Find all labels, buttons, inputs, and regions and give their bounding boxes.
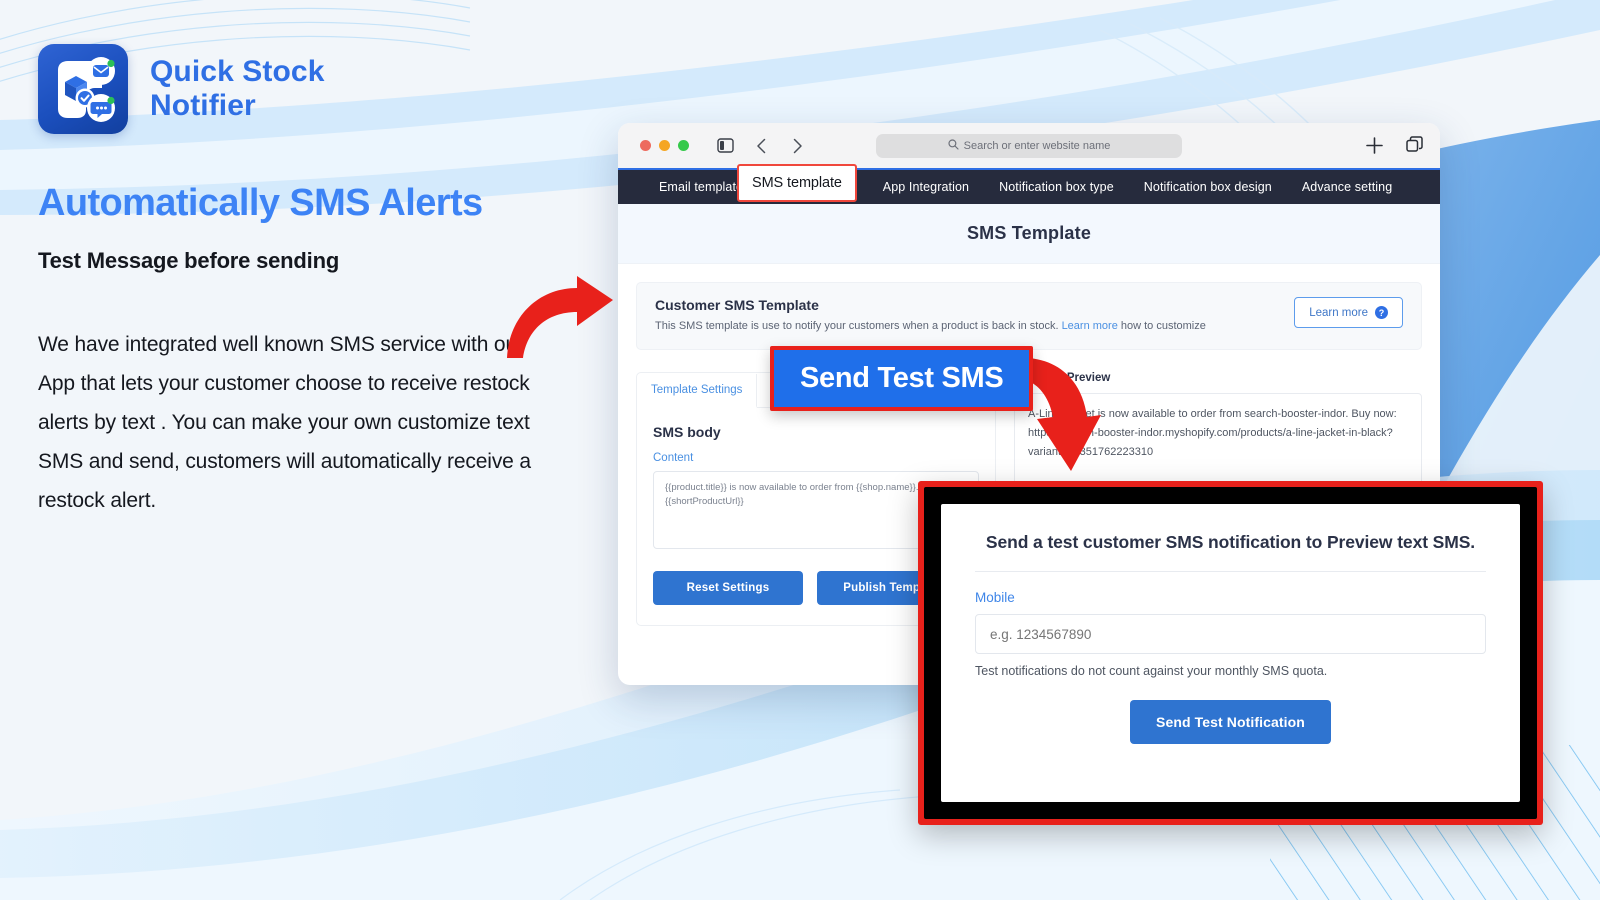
brand-name-line2: Notifier bbox=[150, 89, 256, 122]
promo-subhead: Test Message before sending bbox=[38, 248, 340, 273]
send-test-notification-button[interactable]: Send Test Notification bbox=[1130, 700, 1331, 745]
nav-item-app-integration[interactable]: App Integration bbox=[868, 180, 984, 194]
content-label: Content bbox=[653, 451, 694, 464]
minimize-window-button[interactable] bbox=[659, 140, 670, 151]
card-desc-after: how to customize bbox=[1117, 320, 1206, 332]
zoom-window-button[interactable] bbox=[678, 140, 689, 151]
modal-title: Send a test customer SMS notification to… bbox=[985, 532, 1476, 552]
back-icon[interactable] bbox=[751, 136, 771, 156]
learn-more-button[interactable]: Learn more ? bbox=[1294, 297, 1403, 328]
sms-body-title: SMS body bbox=[653, 423, 721, 440]
modal-divider bbox=[975, 571, 1486, 573]
window-traffic-lights[interactable] bbox=[640, 140, 689, 151]
nav-item-notification-box-design[interactable]: Notification box design bbox=[1129, 180, 1287, 194]
promo-body: We have integrated well known SMS servic… bbox=[38, 333, 531, 512]
nav-item-notification-box-type[interactable]: Notification box type bbox=[984, 180, 1129, 194]
customer-sms-template-card: Customer SMS Template This SMS template … bbox=[636, 282, 1422, 350]
close-window-button[interactable] bbox=[640, 140, 651, 151]
send-test-sms-modal: Send a test customer SMS notification to… bbox=[918, 481, 1543, 825]
sidebar-toggle-icon[interactable] bbox=[715, 136, 735, 156]
search-input[interactable]: Search or enter website name bbox=[876, 133, 1182, 158]
browser-toolbar: Search or enter website name bbox=[618, 123, 1440, 168]
promo-headline: Automatically SMS Alerts bbox=[38, 182, 483, 224]
reset-settings-button[interactable]: Reset Settings bbox=[653, 570, 803, 605]
help-circle-icon: ? bbox=[1375, 306, 1388, 319]
pointer-arrow-to-browser-icon bbox=[507, 276, 613, 358]
brand-name-line1: Quick Stock bbox=[150, 55, 325, 89]
new-tab-icon[interactable] bbox=[1364, 136, 1384, 156]
tab-template-settings[interactable]: Template Settings bbox=[637, 373, 758, 408]
forward-icon[interactable] bbox=[787, 136, 807, 156]
brand-logo-row: Quick Stock Notifier bbox=[38, 44, 325, 134]
modal-quota-note: Test notifications do not count against … bbox=[975, 664, 1328, 679]
package-check-icon bbox=[38, 44, 128, 134]
mobile-field-label: Mobile bbox=[975, 590, 1015, 606]
learn-more-button-label: Learn more bbox=[1309, 306, 1368, 319]
send-test-sms-callout[interactable]: Send Test SMS bbox=[770, 346, 1034, 411]
learn-more-link[interactable]: Learn more bbox=[1062, 320, 1118, 332]
card-description: This SMS template is use to notify your … bbox=[655, 318, 1206, 335]
nav-item-advance-setting[interactable]: Advance setting bbox=[1287, 180, 1407, 194]
page-title: SMS Template bbox=[966, 223, 1092, 243]
tab-overview-icon[interactable] bbox=[1404, 136, 1424, 156]
sms-template-tab-highlight[interactable]: SMS template bbox=[737, 164, 857, 202]
card-desc-before: This SMS template is use to notify your … bbox=[655, 320, 1062, 332]
search-placeholder-text: Search or enter website name bbox=[963, 139, 1111, 152]
search-icon bbox=[948, 138, 959, 153]
mobile-input[interactable] bbox=[975, 614, 1486, 655]
card-heading: Customer SMS Template bbox=[655, 297, 819, 313]
promo-panel: Quick Stock Notifier Automatically SMS A… bbox=[0, 0, 600, 900]
page-title-band: SMS Template bbox=[618, 204, 1440, 264]
brand-name: Quick Stock Notifier bbox=[150, 55, 325, 122]
